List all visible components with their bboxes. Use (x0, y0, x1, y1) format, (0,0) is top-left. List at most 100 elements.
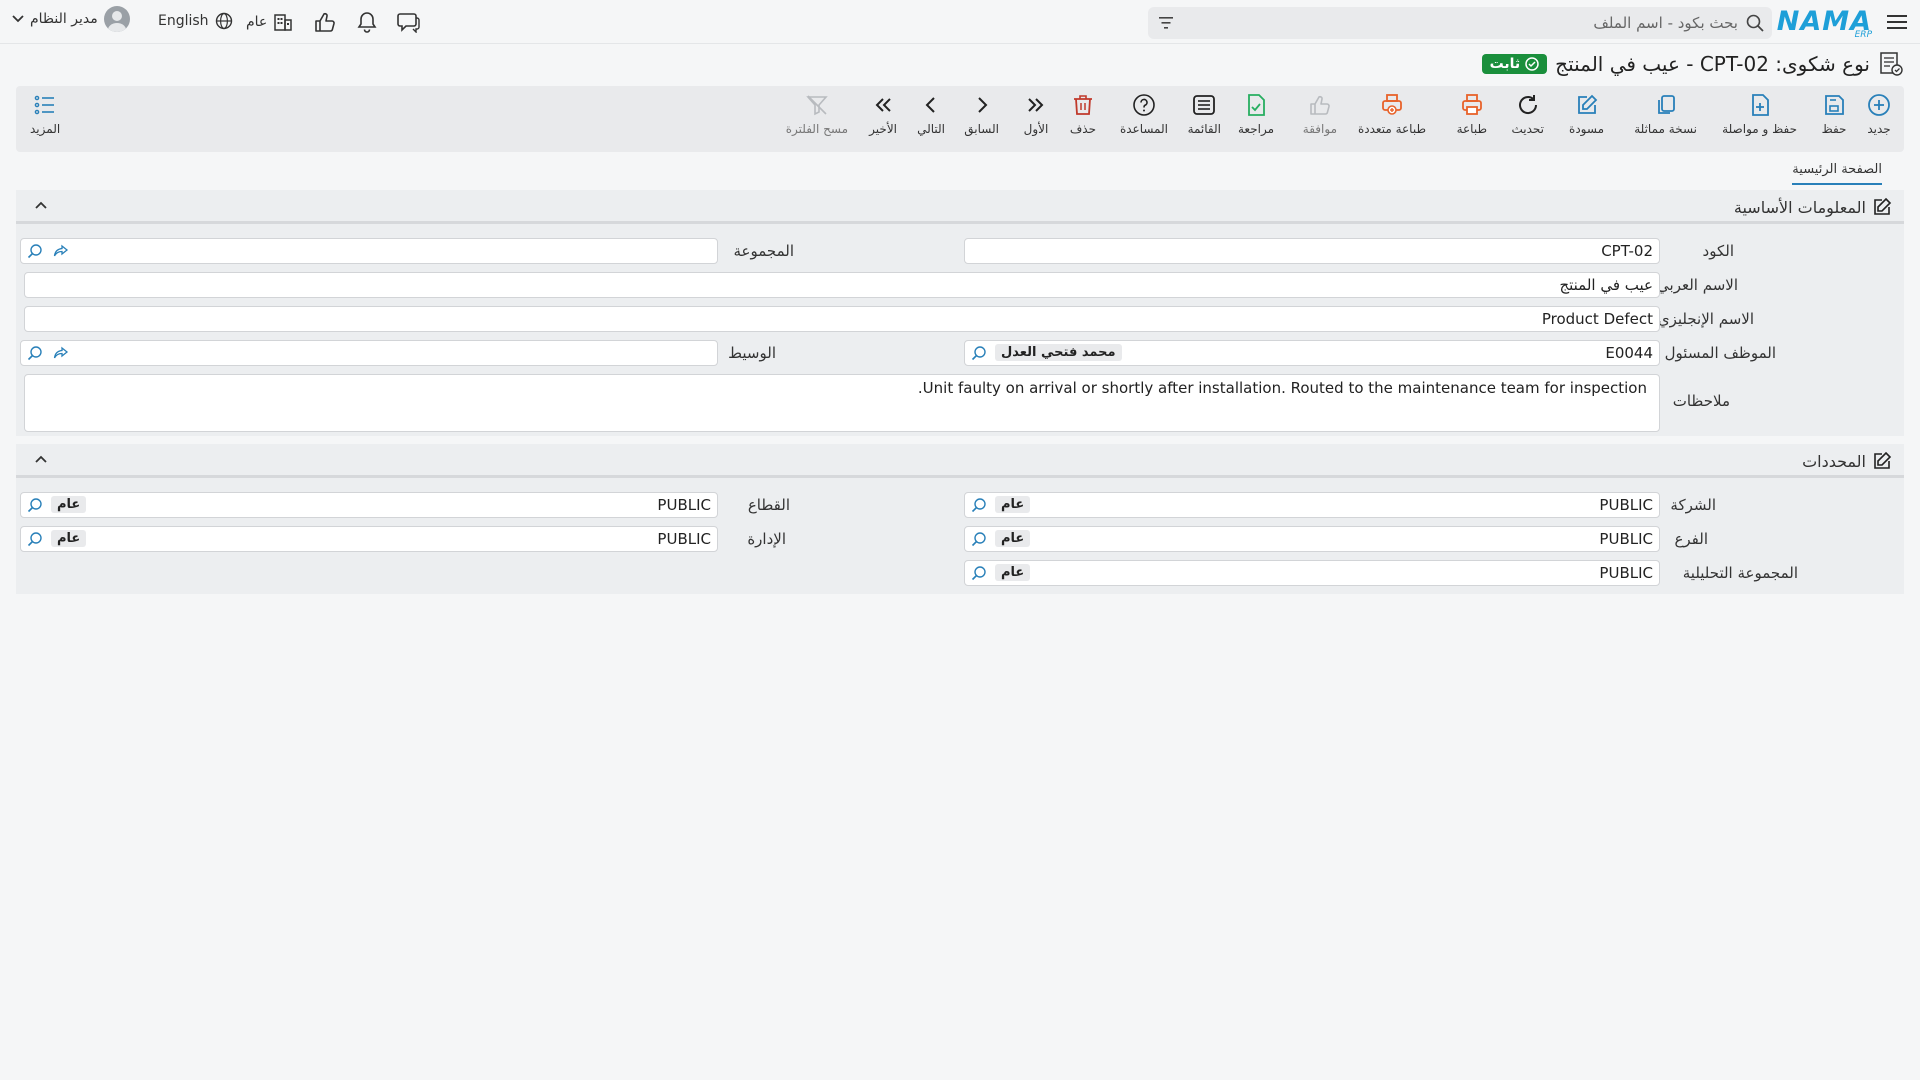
basic-info-title: المعلومات الأساسية (1734, 197, 1892, 217)
search-icon[interactable] (971, 565, 987, 581)
dimensions-title: المحددات (1802, 451, 1892, 471)
next-record-button[interactable]: التالي (917, 92, 945, 136)
department-field[interactable]: PUBLIC عام (20, 526, 718, 552)
broker-field[interactable] (20, 340, 718, 366)
chevron-left-icon (918, 92, 944, 118)
save-continue-button[interactable]: حفظ و مواصلة (1722, 92, 1797, 136)
chevron-right-icon (969, 92, 995, 118)
share-icon[interactable] (53, 243, 69, 259)
branch-label: الفرع (1674, 530, 1708, 548)
language-label: English (158, 13, 209, 29)
sector-label: القطاع (747, 496, 790, 514)
search-icon[interactable] (971, 531, 987, 547)
file-plus-icon (1747, 92, 1773, 118)
draft-button[interactable]: مسودة (1569, 92, 1604, 136)
notification-bell-icon[interactable] (355, 11, 379, 33)
nama-erp-logo[interactable]: NAMA ERP (1777, 6, 1872, 40)
action-toolbar: جديد حفظ حفظ و مواصلة نسخة مماثلة مسودة … (16, 86, 1904, 152)
copy-icon (1653, 92, 1679, 118)
status-badge-label: ثابت (1489, 56, 1521, 72)
language-switcher[interactable]: English (158, 12, 233, 30)
search-input[interactable] (1198, 7, 1738, 39)
last-label: الأخير (869, 122, 897, 136)
search-icon[interactable] (1746, 14, 1764, 32)
duplicate-button[interactable]: نسخة مماثلة (1634, 92, 1697, 136)
save-label: حفظ (1821, 122, 1847, 136)
chevron-up-icon[interactable] (34, 200, 48, 210)
chevron-up-icon[interactable] (34, 454, 48, 464)
english-name-field[interactable]: Product Defect (24, 306, 1660, 332)
employee-label: الموظف المسئول (1664, 344, 1776, 362)
clear-filter-button[interactable]: مسح الفلترة (786, 92, 848, 136)
group-field[interactable] (20, 238, 718, 264)
last-record-button[interactable]: الأخير (869, 92, 897, 136)
edit-square-icon (1872, 197, 1892, 217)
analytic-group-field[interactable]: PUBLIC عام (964, 560, 1660, 586)
thumbs-up-icon[interactable] (313, 11, 337, 33)
chevrons-right-icon (1023, 92, 1049, 118)
basic-info-section: المعلومات الأساسية الكود CPT-02 المجموعة… (16, 190, 1904, 436)
save-button[interactable]: حفظ (1821, 92, 1847, 136)
branch-name-chip: عام (995, 530, 1031, 547)
check-circle-icon (1525, 57, 1539, 71)
group-label: المجموعة (733, 242, 794, 260)
more-button[interactable]: المزيد (30, 92, 60, 136)
list-button[interactable]: القائمة (1188, 92, 1221, 136)
code-label: الكود (1702, 242, 1734, 260)
save-icon (1821, 92, 1847, 118)
dimensions-section: المحددات الشركة PUBLIC عام القطاع PUBLIC… (16, 444, 1904, 594)
company-field[interactable]: PUBLIC عام (964, 492, 1660, 518)
delete-button[interactable]: حذف (1070, 92, 1096, 136)
company-label: الشركة (1670, 496, 1716, 514)
hamburger-menu-icon[interactable] (1886, 12, 1908, 32)
english-name-label: الاسم الإنجليزي (1657, 310, 1754, 328)
filter-icon[interactable] (1158, 16, 1174, 30)
previous-label: السابق (964, 122, 999, 136)
print-label: طباعة (1456, 122, 1487, 136)
delete-label: حذف (1069, 122, 1096, 136)
tab-main-page[interactable]: الصفحة الرئيسية (1792, 162, 1882, 185)
notes-textarea[interactable] (24, 374, 1660, 432)
previous-record-button[interactable]: السابق (964, 92, 999, 136)
approve-button[interactable]: موافقة (1303, 92, 1337, 136)
duplicate-label: نسخة مماثلة (1634, 122, 1697, 136)
share-icon[interactable] (53, 345, 69, 361)
page-title-row: نوع شكوى: CPT-02 - عيب في المنتج ثابت (1481, 48, 1904, 80)
search-icon[interactable] (971, 345, 987, 361)
analytic-group-label: المجموعة التحليلية (1682, 564, 1798, 582)
first-record-button[interactable]: الأول (1023, 92, 1049, 136)
search-icon[interactable] (27, 243, 43, 259)
new-button[interactable]: جديد (1866, 92, 1892, 136)
search-icon[interactable] (27, 345, 43, 361)
public-scope-selector[interactable]: عام (246, 12, 293, 32)
review-button[interactable]: مراجعة (1238, 92, 1274, 136)
department-name-chip: عام (51, 530, 87, 547)
user-menu[interactable]: مدير النظام (12, 6, 130, 32)
sector-field[interactable]: PUBLIC عام (20, 492, 718, 518)
branch-field[interactable]: PUBLIC عام (964, 526, 1660, 552)
broker-label: الوسيط (728, 344, 776, 362)
page-title: نوع شكوى: CPT-02 - عيب في المنتج (1555, 52, 1870, 76)
building-icon (273, 12, 293, 32)
employee-field[interactable]: E0044 محمد فتحي العدل (964, 340, 1660, 366)
next-label: التالي (917, 122, 945, 136)
chat-icon[interactable] (397, 11, 421, 33)
code-field[interactable]: CPT-02 (964, 238, 1660, 264)
document-list-icon (1878, 51, 1904, 77)
list-icon (1191, 92, 1217, 118)
clear-filter-label: مسح الفلترة (785, 122, 848, 136)
basic-info-header[interactable]: المعلومات الأساسية (16, 190, 1904, 224)
refresh-button[interactable]: تحديث (1511, 92, 1544, 136)
multi-print-button[interactable]: طباعة متعددة (1358, 92, 1426, 136)
search-icon[interactable] (971, 497, 987, 513)
review-label: مراجعة (1237, 122, 1274, 136)
search-box (1148, 7, 1772, 39)
print-button[interactable]: طباعة (1457, 92, 1487, 136)
search-icon[interactable] (27, 497, 43, 513)
search-icon[interactable] (27, 531, 43, 547)
arabic-name-field[interactable]: عيب في المنتج (24, 272, 1660, 298)
dimensions-header[interactable]: المحددات (16, 444, 1904, 478)
thumbs-up-icon (1307, 92, 1333, 118)
notes-label: ملاحظات (1672, 392, 1730, 410)
help-button[interactable]: المساعدة (1120, 92, 1168, 136)
